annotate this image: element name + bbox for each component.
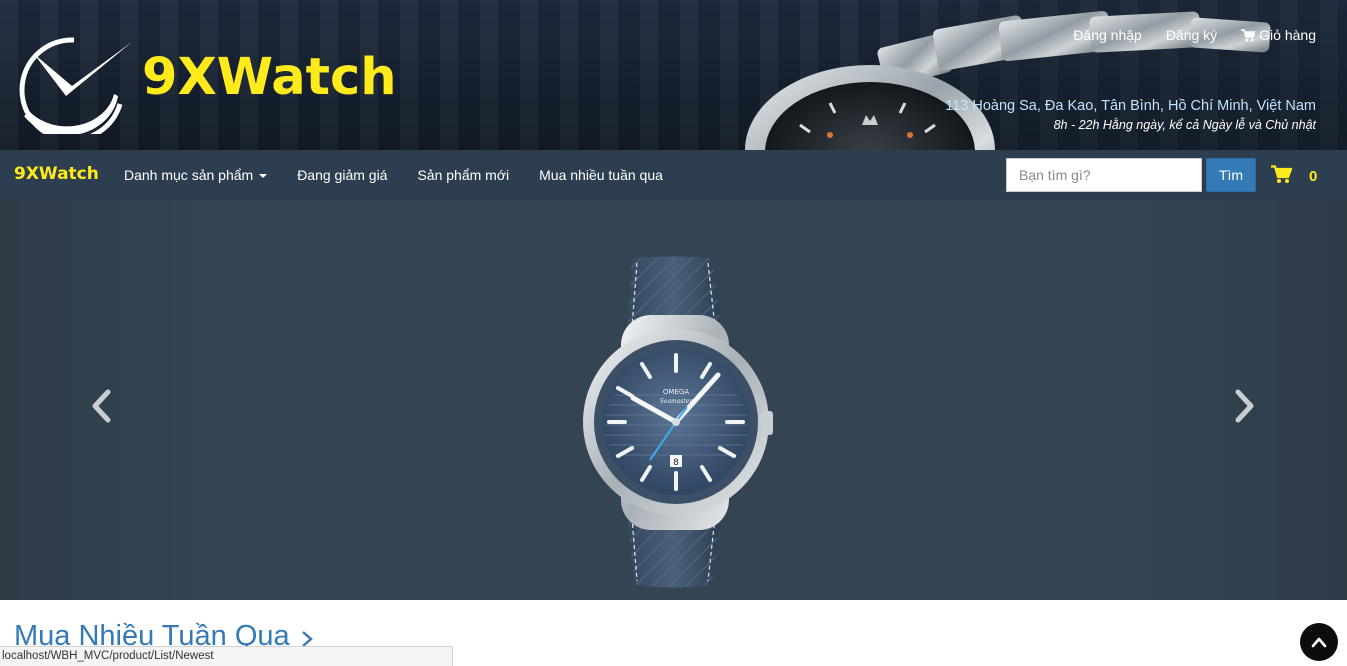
cart-link-label: Giỏ hàng: [1259, 27, 1316, 43]
store-address: 113 Hoàng Sa, Đa Kao, Tân Bình, Hồ Chí M…: [945, 98, 1316, 114]
logo-text[interactable]: 9XWatch: [142, 52, 397, 103]
navbar-cart[interactable]: 0: [1271, 163, 1317, 185]
product-carousel: OMEGA Seamaster 8: [0, 200, 1347, 600]
register-link[interactable]: Đăng ký: [1166, 27, 1217, 43]
nav-item-label: Đang giảm giá: [297, 167, 388, 183]
chevron-right-icon: [1235, 389, 1254, 423]
carousel-next-button[interactable]: [1228, 388, 1258, 424]
site-banner: 9XWatch Đăng nhập Đăng ký Giỏ hàng 113 H…: [0, 0, 1347, 150]
search-input[interactable]: [1006, 158, 1202, 192]
logo-check-icon[interactable]: [16, 34, 134, 134]
cart-icon: [1271, 164, 1292, 183]
nav-item-on-sale[interactable]: Đang giảm giá: [297, 167, 387, 183]
nav-item-label: Mua nhiều tuần qua: [539, 167, 663, 183]
account-links: Đăng nhập Đăng ký Giỏ hàng: [1073, 27, 1316, 43]
search-button[interactable]: Tìm: [1206, 158, 1256, 192]
carousel-prev-button[interactable]: [88, 388, 118, 424]
back-to-top-button[interactable]: [1300, 623, 1338, 661]
watch-date-text: 8: [673, 458, 679, 468]
nav-item-categories[interactable]: Danh mục sản phẩm: [124, 167, 268, 183]
chevron-left-icon: [92, 389, 111, 423]
nav-item-best-sellers[interactable]: Mua nhiều tuần qua: [539, 167, 663, 183]
chevron-up-icon: [1311, 637, 1327, 648]
navbar-brand[interactable]: 9XWatch: [14, 164, 99, 184]
nav-item-label: Danh mục sản phẩm: [124, 167, 254, 183]
nav-menu: Danh mục sản phẩm Đang giảm giá Sản phẩm…: [124, 150, 663, 200]
browser-status-url: localhost/WBH_MVC/product/List/Newest: [0, 646, 453, 666]
watch-brand-text: OMEGA: [663, 388, 689, 396]
nav-item-label: Sản phẩm mới: [417, 167, 510, 183]
cart-icon: [1241, 28, 1256, 41]
watch-model-text: Seamaster: [660, 398, 694, 405]
cart-count-badge: 0: [1309, 168, 1318, 185]
caret-down-icon: [259, 174, 268, 178]
store-hours: 8h - 22h Hằng ngày, kể cả Ngày lễ và Chủ…: [1053, 118, 1316, 132]
nav-item-new-products[interactable]: Sản phẩm mới: [417, 167, 509, 183]
carousel-slide-watch-image[interactable]: OMEGA Seamaster 8: [575, 255, 780, 590]
login-link[interactable]: Đăng nhập: [1073, 27, 1142, 43]
cart-link[interactable]: Giỏ hàng: [1241, 27, 1316, 43]
